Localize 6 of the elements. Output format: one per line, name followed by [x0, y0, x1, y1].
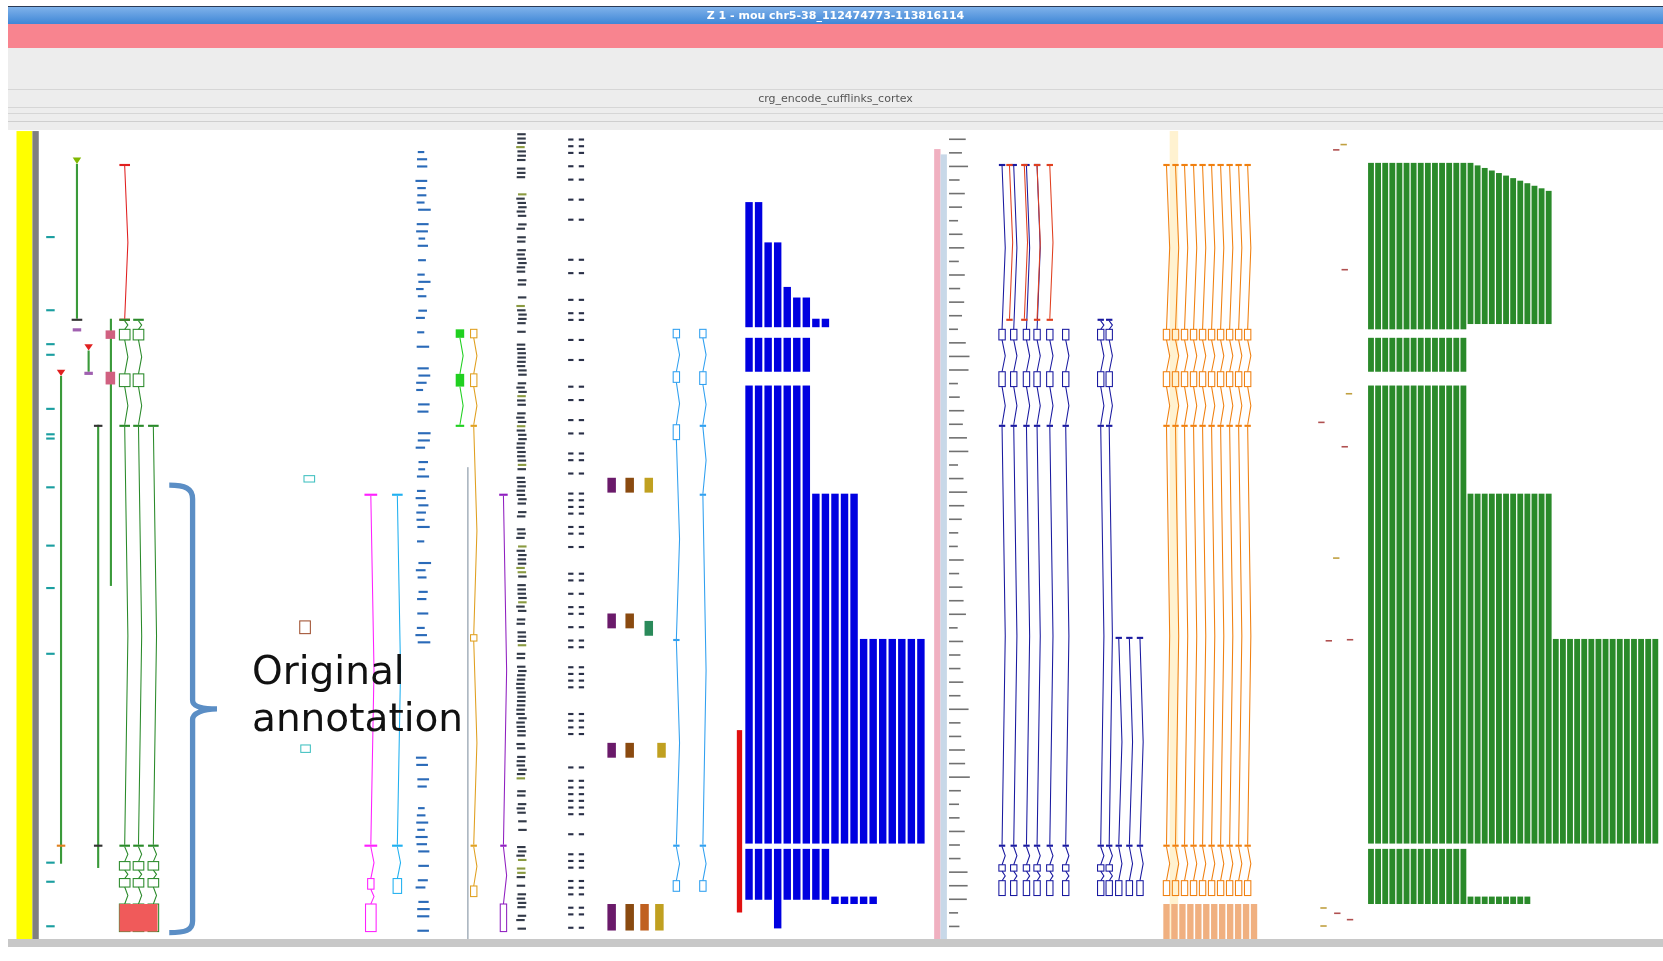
feature-box [299, 620, 311, 635]
feature-box [300, 744, 311, 753]
window-title: Z 1 - mou chr5-38_112474773-113816114 [706, 9, 965, 22]
scroll-bar[interactable] [8, 939, 1663, 947]
feature-box [303, 475, 316, 483]
track-column-label: crg_encode_cufflinks_cortex [758, 92, 913, 105]
